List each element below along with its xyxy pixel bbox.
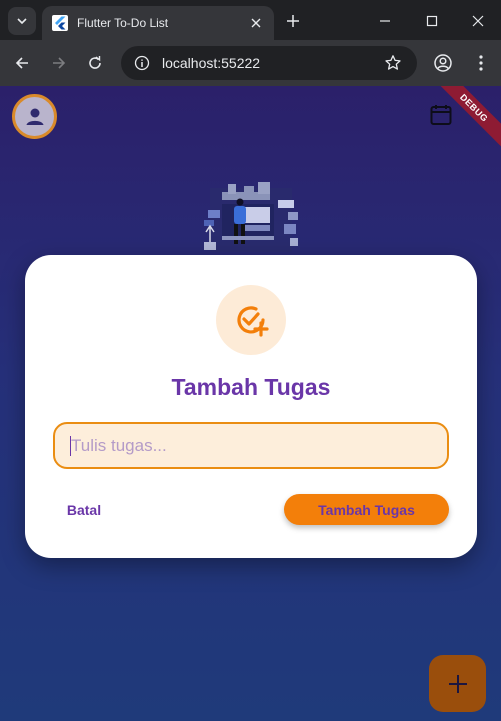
add-task-dialog: Tambah Tugas Batal Tambah Tugas	[25, 255, 477, 558]
plus-icon	[448, 674, 467, 693]
info-icon	[134, 55, 150, 71]
bookmark-star-icon[interactable]	[383, 53, 403, 73]
chevron-down-icon	[17, 18, 27, 25]
browser-tab[interactable]: Flutter To-Do List	[42, 6, 274, 40]
flutter-icon	[52, 15, 68, 31]
task-input[interactable]	[53, 422, 449, 469]
dialog-icon-badge	[216, 285, 286, 355]
add-task-button[interactable]: Tambah Tugas	[284, 494, 449, 525]
profile-button[interactable]	[431, 51, 455, 75]
reload-icon	[89, 56, 101, 69]
browser-menu-button[interactable]	[469, 51, 493, 75]
minimize-icon	[380, 20, 390, 22]
text-caret	[70, 436, 71, 456]
browser-toolbar: localhost:55222	[0, 40, 501, 86]
new-tab-button[interactable]	[282, 10, 304, 32]
minimize-button[interactable]	[374, 10, 396, 32]
reload-button[interactable]	[83, 51, 107, 75]
url-text: localhost:55222	[162, 55, 261, 71]
account-circle-icon	[434, 54, 452, 72]
browser-tab-strip: Flutter To-Do List	[0, 0, 501, 40]
add-task-fab[interactable]	[429, 655, 486, 712]
cancel-button[interactable]: Batal	[55, 493, 113, 527]
tab-search-button[interactable]	[8, 7, 36, 35]
maximize-button[interactable]	[421, 10, 443, 32]
add-task-icon	[237, 306, 269, 337]
plus-icon	[287, 15, 299, 27]
maximize-icon	[426, 15, 438, 27]
address-bar[interactable]: localhost:55222	[121, 46, 417, 80]
close-window-button[interactable]	[467, 10, 489, 32]
arrow-right-icon	[53, 57, 66, 69]
forward-button[interactable]	[47, 51, 71, 75]
close-tab-icon[interactable]	[248, 15, 264, 31]
app-viewport: DEBUG Tambah Tugas Tulis tugas... Batal …	[0, 86, 501, 721]
arrow-left-icon	[15, 57, 28, 69]
tab-title: Flutter To-Do List	[77, 16, 169, 30]
back-button[interactable]	[10, 51, 34, 75]
dialog-title: Tambah Tugas	[171, 374, 331, 400]
close-icon	[472, 15, 484, 27]
more-vert-icon	[479, 55, 483, 71]
